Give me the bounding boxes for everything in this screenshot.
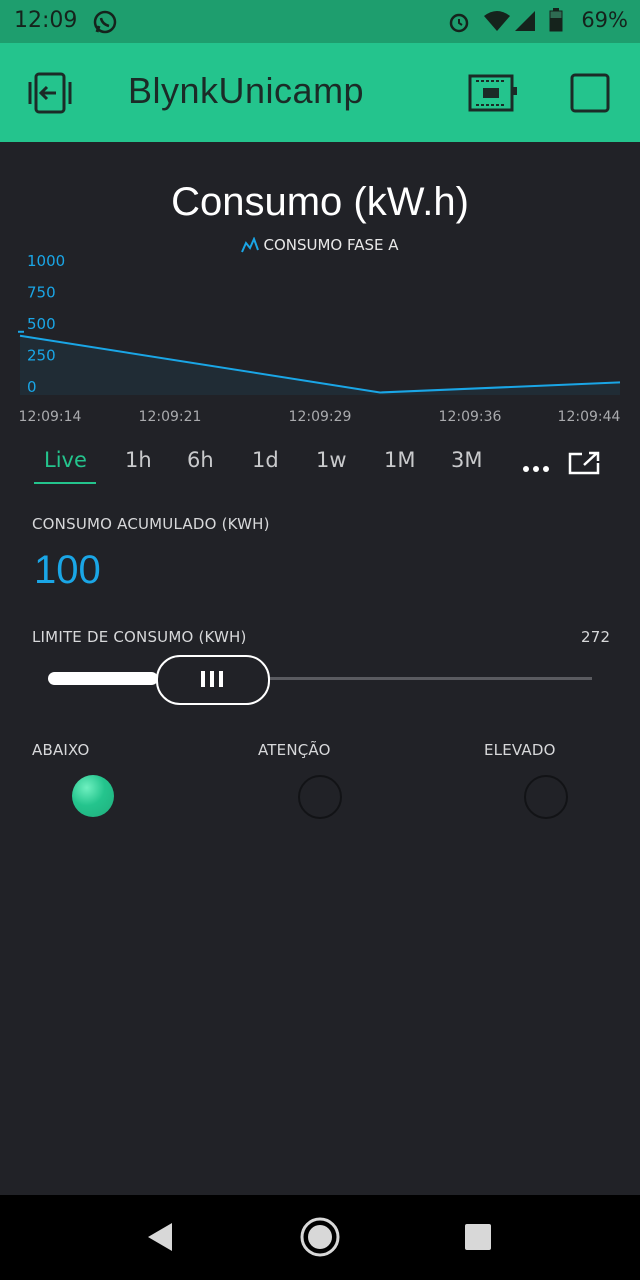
legend-label: CONSUMO FASE A [263,236,399,254]
app-title: BlynkUnicamp [128,70,365,111]
line-chart-icon [241,236,260,253]
signal-icon [513,10,537,36]
x-tick-label: 12:09:44 [558,409,621,425]
accumulated-value: 100 [34,548,101,592]
active-tab-indicator [34,482,96,484]
led-atencao [298,775,342,819]
x-tick-label: 12:09:29 [289,409,352,425]
slider-fill[interactable] [48,672,158,685]
alarm-icon [447,10,471,38]
tab-1d[interactable]: 1d [252,448,279,472]
status-bar: 12:09 69% [0,0,640,43]
limit-value: 272 [581,628,611,646]
tab-3m[interactable]: 3M [451,448,482,472]
led-label-elevado: ELEVADO [484,741,556,759]
whatsapp-icon [92,9,118,39]
slider-thumb[interactable] [156,655,270,705]
back-icon[interactable] [146,1222,174,1256]
y-tick-label: 1000 [27,255,65,270]
led-elevado [524,775,568,819]
system-nav-bar [0,1195,640,1280]
device-icon[interactable] [468,74,518,116]
time-range-tabs: Live 1h 6h 1d 1w 1M 3M [0,440,640,490]
slider-track[interactable] [268,677,592,680]
led-label-atencao: ATENÇÃO [258,741,331,759]
x-tick-label: 12:09:14 [19,409,82,425]
battery-percent: 69% [581,8,628,32]
chart-title: Consumo (kW.h) [171,180,469,224]
led-label-abaixo: ABAIXO [32,741,90,759]
limit-label: LIMITE DE CONSUMO (KWH) [32,628,247,646]
home-icon[interactable] [299,1216,341,1262]
tab-1w[interactable]: 1w [316,448,347,472]
tab-6h[interactable]: 6h [187,448,214,472]
chart-legend: CONSUMO FASE A [0,236,640,254]
tab-1h[interactable]: 1h [125,448,152,472]
y-tick-label: 500 [27,315,56,333]
more-dots-icon[interactable] [522,458,550,477]
app-bar: BlynkUnicamp [0,43,640,142]
exit-icon[interactable] [28,72,72,118]
x-tick-label: 12:09:21 [139,409,202,425]
tab-1m[interactable]: 1M [384,448,415,472]
grip-icon [201,671,223,687]
stop-icon[interactable] [570,73,610,117]
y-tick-label: 750 [27,284,56,302]
x-tick-label: 12:09:36 [439,409,502,425]
expand-icon[interactable] [568,451,600,479]
consumption-chart[interactable]: 1000750500250012:09:14 12:09:21 12:09:29 12… [0,255,640,430]
led-abaixo [72,775,114,817]
accumulated-label: CONSUMO ACUMULADO (KWH) [32,515,270,533]
battery-icon [549,8,563,36]
wifi-icon [483,10,511,36]
tab-live[interactable]: Live [44,448,87,472]
recents-icon[interactable] [465,1224,491,1254]
status-time: 12:09 [14,8,78,33]
